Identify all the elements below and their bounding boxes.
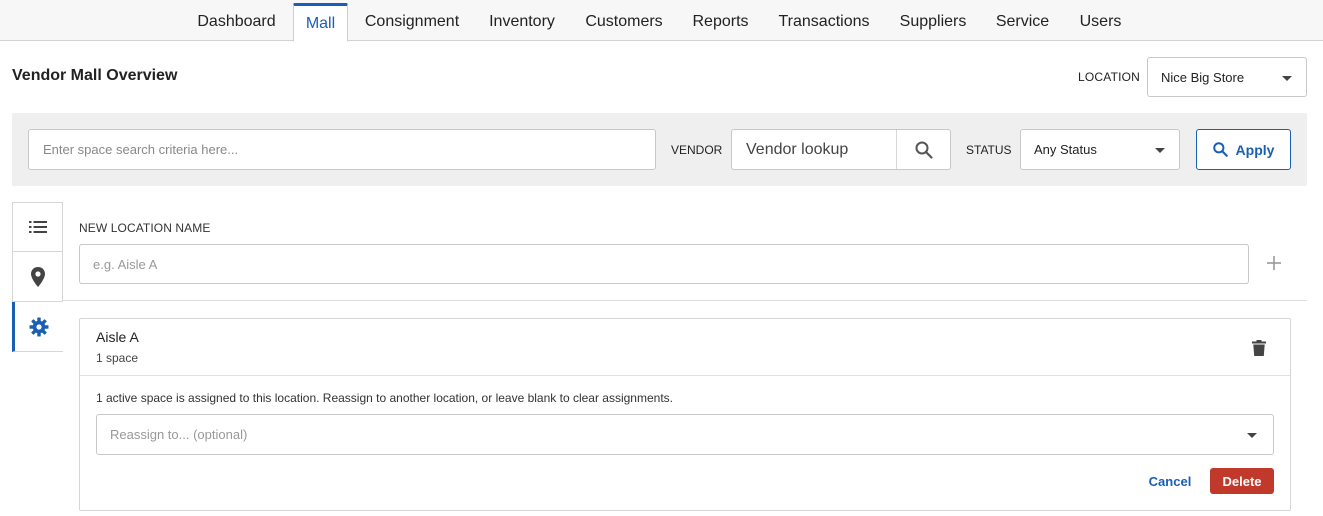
tab-consignment[interactable]: Consignment bbox=[352, 3, 472, 41]
side-tab-settings[interactable] bbox=[12, 302, 63, 352]
side-tabs bbox=[12, 202, 63, 352]
search-icon bbox=[1212, 142, 1228, 157]
location-space-count: 1 space bbox=[96, 351, 139, 365]
map-pin-icon bbox=[30, 266, 45, 287]
status-select[interactable]: Any Status bbox=[1020, 129, 1180, 170]
location-select[interactable]: Nice Big Store bbox=[1147, 57, 1307, 97]
chevron-down-icon bbox=[1155, 148, 1165, 153]
reassign-message: 1 active space is assigned to this locat… bbox=[96, 391, 673, 405]
top-nav: Dashboard Mall Consignment Inventory Cus… bbox=[0, 0, 1323, 42]
cancel-button[interactable]: Cancel bbox=[1142, 468, 1198, 494]
side-tab-list[interactable] bbox=[12, 202, 63, 252]
apply-button[interactable]: Apply bbox=[1196, 129, 1291, 170]
location-select-value: Nice Big Store bbox=[1161, 69, 1245, 85]
tab-customers[interactable]: Customers bbox=[574, 3, 674, 41]
trash-icon[interactable] bbox=[1252, 340, 1266, 356]
apply-button-label: Apply bbox=[1235, 141, 1275, 158]
tab-reports[interactable]: Reports bbox=[682, 3, 759, 41]
tab-mall[interactable]: Mall bbox=[293, 3, 348, 42]
tab-users[interactable]: Users bbox=[1068, 3, 1133, 41]
vendor-label: VENDOR bbox=[671, 143, 723, 157]
location-card: Aisle A 1 space 1 active space is assign… bbox=[79, 318, 1291, 511]
status-label: STATUS bbox=[966, 143, 1012, 157]
new-location-label: NEW LOCATION NAME bbox=[79, 221, 211, 235]
location-card-header: Aisle A 1 space bbox=[80, 319, 1290, 376]
tab-inventory[interactable]: Inventory bbox=[478, 3, 566, 41]
chevron-down-icon bbox=[1282, 76, 1292, 81]
reassign-select[interactable]: Reassign to... (optional) bbox=[96, 414, 1274, 455]
vendor-lookup-placeholder: Vendor lookup bbox=[746, 141, 849, 158]
add-location-icon[interactable] bbox=[1264, 253, 1284, 273]
space-search-placeholder: Enter space search criteria here... bbox=[43, 142, 239, 157]
chevron-down-icon bbox=[1247, 433, 1257, 438]
tab-service[interactable]: Service bbox=[985, 3, 1060, 41]
vendor-lookup[interactable]: Vendor lookup bbox=[731, 129, 951, 170]
tab-dashboard[interactable]: Dashboard bbox=[183, 3, 290, 41]
delete-button[interactable]: Delete bbox=[1210, 468, 1274, 494]
search-icon bbox=[915, 141, 933, 159]
status-select-value: Any Status bbox=[1034, 142, 1097, 157]
new-location-input[interactable]: e.g. Aisle A bbox=[79, 244, 1249, 284]
list-icon bbox=[28, 221, 47, 233]
location-label: LOCATION bbox=[1078, 70, 1141, 84]
reassign-placeholder: Reassign to... (optional) bbox=[110, 427, 248, 442]
tab-transactions[interactable]: Transactions bbox=[767, 3, 881, 41]
new-location-placeholder: e.g. Aisle A bbox=[93, 256, 158, 272]
divider bbox=[63, 300, 1307, 301]
space-search-input[interactable]: Enter space search criteria here... bbox=[28, 129, 656, 170]
gear-icon bbox=[29, 317, 49, 336]
page-title: Vendor Mall Overview bbox=[12, 67, 178, 84]
location-name: Aisle A bbox=[96, 329, 139, 345]
tab-suppliers[interactable]: Suppliers bbox=[889, 3, 977, 41]
vendor-search-button[interactable] bbox=[896, 130, 950, 169]
side-tab-map[interactable] bbox=[12, 252, 63, 302]
